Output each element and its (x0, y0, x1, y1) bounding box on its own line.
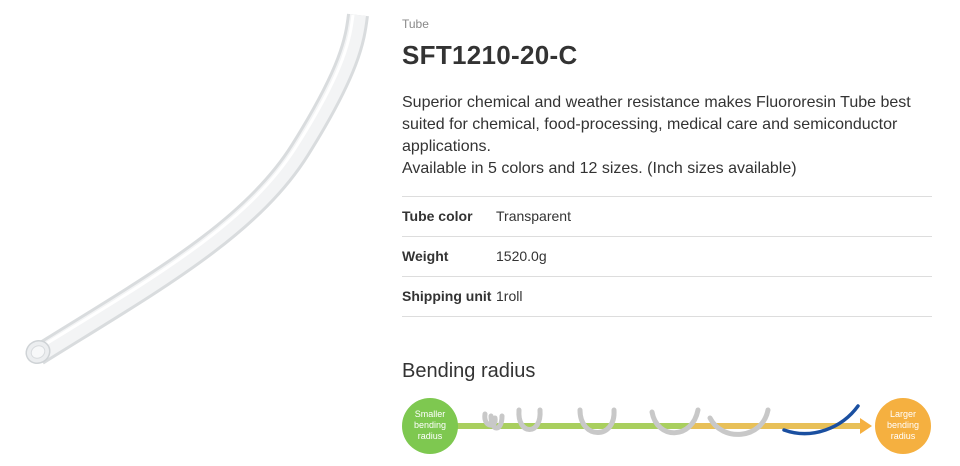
spec-row-weight: Weight 1520.0g (402, 237, 932, 277)
description-line: Available in 5 colors and 12 sizes. (Inc… (402, 160, 797, 177)
product-image (25, 13, 369, 365)
spec-label: Tube color (402, 208, 473, 224)
description-line: Superior chemical and weather resistance… (402, 94, 911, 111)
bend-sample (577, 407, 617, 435)
product-description: Superior chemical and weather resistance… (402, 92, 932, 180)
product-category: Tube (402, 17, 429, 31)
tube-image (25, 13, 369, 365)
smaller-label-line: bending (414, 420, 446, 430)
bend-samples (482, 407, 771, 437)
spec-label: Shipping unit (402, 288, 492, 304)
bend-sample (649, 407, 701, 436)
spec-row-tube-color: Tube color Transparent (402, 197, 932, 237)
smaller-label-line: radius (418, 431, 443, 441)
blue-tube-sample (782, 404, 860, 436)
bending-radius-diagram: Smaller bending radius Larger bending ra… (402, 398, 931, 454)
description-line: applications. (402, 138, 491, 155)
spec-label: Weight (402, 248, 449, 264)
spec-table: Tube color Transparent Weight 1520.0g Sh… (402, 196, 932, 317)
spec-value: Transparent (496, 208, 571, 224)
right-arrow-head (860, 418, 872, 434)
bending-radius-title: Bending radius (402, 360, 536, 382)
spec-row-shipping-unit: Shipping unit 1roll (402, 277, 932, 317)
larger-label-line: Larger (890, 409, 916, 419)
spec-value: 1roll (496, 288, 523, 304)
larger-label-line: radius (891, 431, 916, 441)
smaller-label-line: Smaller (415, 409, 446, 419)
bend-sample (707, 407, 771, 437)
description-line: suited for chemical, food-processing, me… (402, 116, 898, 133)
larger-label-line: bending (887, 420, 919, 430)
product-title: SFT1210-20-C (402, 40, 578, 70)
spec-value: 1520.0g (496, 248, 547, 264)
